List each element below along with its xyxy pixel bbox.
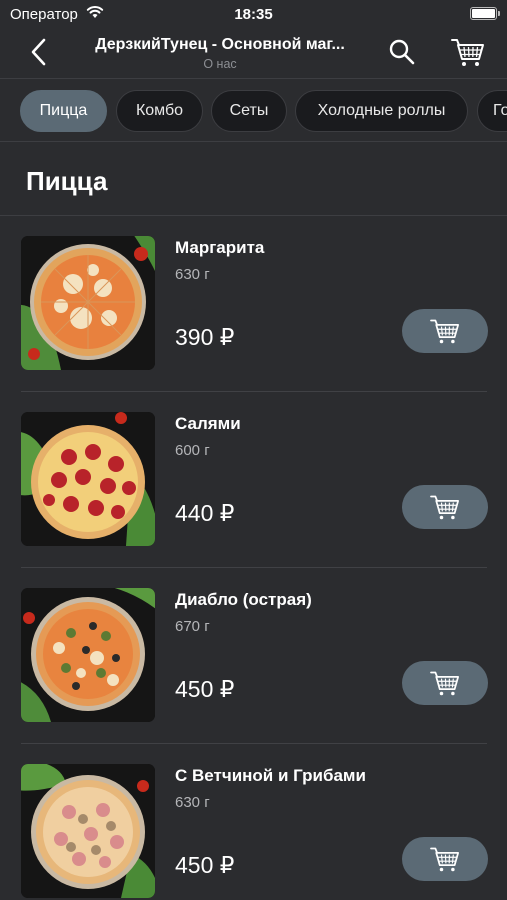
- product-name: Диабло (острая): [175, 590, 312, 609]
- product-weight: 600 г: [175, 442, 210, 459]
- product-weight: 630 г: [175, 266, 210, 283]
- cart-icon: [430, 495, 459, 520]
- product-card[interactable]: Маргарита 630 г 390 ₽: [0, 216, 507, 392]
- cart-icon[interactable]: [450, 36, 486, 68]
- status-bar: Оператор 18:35: [0, 0, 507, 28]
- tab-combo[interactable]: Комбо: [116, 90, 203, 132]
- product-card[interactable]: Салями 600 г 440 ₽: [0, 392, 507, 568]
- tabs-divider: [0, 141, 507, 142]
- cart-icon: [430, 319, 459, 344]
- add-to-cart-button[interactable]: [402, 485, 488, 529]
- category-tabs: Пицца Комбо Сеты Холодные роллы Го: [0, 79, 507, 141]
- product-price: 440 ₽: [175, 500, 235, 526]
- product-card[interactable]: С Ветчиной и Грибами 630 г 450 ₽: [0, 744, 507, 900]
- product-name: С Ветчиной и Грибами: [175, 766, 366, 785]
- product-name: Маргарита: [175, 238, 265, 257]
- page-title: ДерзкийТунец - Основной маг...: [95, 36, 345, 53]
- add-to-cart-button[interactable]: [402, 661, 488, 705]
- back-button[interactable]: [24, 36, 54, 68]
- product-image: [21, 764, 155, 898]
- tab-cold-rolls[interactable]: Холодные роллы: [295, 90, 468, 132]
- product-weight: 630 г: [175, 794, 210, 811]
- product-image: [21, 236, 155, 370]
- product-price: 390 ₽: [175, 324, 235, 350]
- clock: 18:35: [234, 6, 273, 23]
- product-price: 450 ₽: [175, 852, 235, 878]
- battery-icon: [470, 7, 500, 20]
- about-link[interactable]: О нас: [70, 57, 370, 71]
- section-title: Пицца: [26, 166, 108, 196]
- nav-bar: ДерзкийТунец - Основной маг... О нас: [0, 28, 507, 78]
- tab-sets[interactable]: Сеты: [211, 90, 287, 132]
- product-image: [21, 412, 155, 546]
- product-name: Салями: [175, 414, 241, 433]
- cart-icon: [430, 671, 459, 696]
- product-price: 450 ₽: [175, 676, 235, 702]
- cart-icon: [430, 847, 459, 872]
- tab-hot[interactable]: Го: [477, 90, 507, 132]
- product-card[interactable]: Диабло (острая) 670 г 450 ₽: [0, 568, 507, 744]
- add-to-cart-button[interactable]: [402, 837, 488, 881]
- add-to-cart-button[interactable]: [402, 309, 488, 353]
- product-image: [21, 588, 155, 722]
- tab-pizza[interactable]: Пицца: [20, 90, 107, 132]
- product-weight: 670 г: [175, 618, 210, 635]
- search-icon[interactable]: [386, 36, 418, 68]
